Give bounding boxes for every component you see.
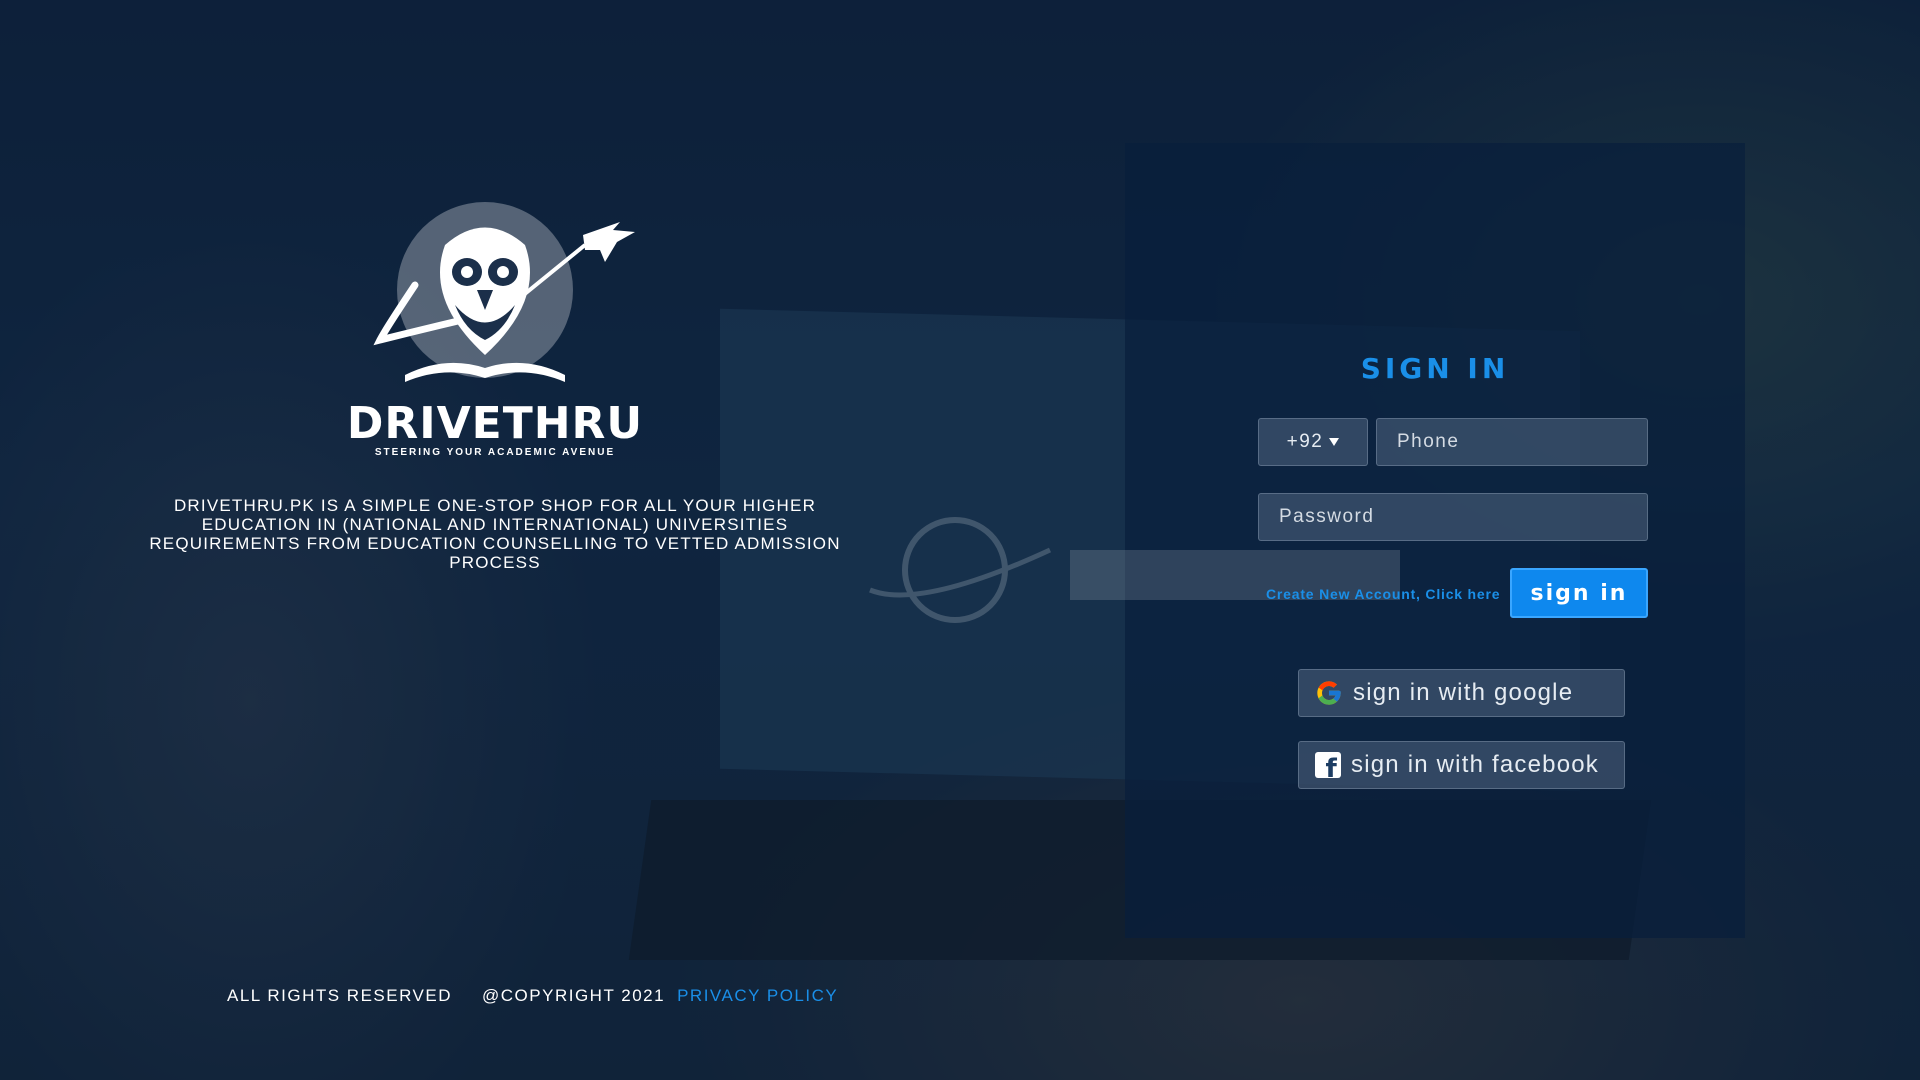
google-signin-button[interactable]: sign in with google xyxy=(1298,669,1625,717)
create-account-link[interactable]: Create New Account, Click here xyxy=(1266,586,1500,602)
signin-button[interactable]: sign in xyxy=(1510,568,1648,618)
brand-tagline: STEERING YOUR ACADEMIC AVENUE xyxy=(374,447,616,458)
privacy-policy-link[interactable]: PRIVACY POLICY xyxy=(677,986,838,1006)
phone-input[interactable] xyxy=(1376,418,1648,466)
footer-copyright: @COPYRIGHT 2021 xyxy=(482,986,666,1005)
brand-description: DRIVETHRU.PK IS A SIMPLE ONE-STOP SHOP F… xyxy=(149,496,841,572)
facebook-button-label: sign in with facebook xyxy=(1351,751,1599,778)
owl-globe-airplane-logo-icon xyxy=(345,190,645,410)
country-code-select[interactable]: +92 xyxy=(1258,418,1368,466)
footer-rights: ALL RIGHTS RESERVED xyxy=(227,986,453,1005)
signin-title: SIGN IN xyxy=(1360,352,1510,385)
facebook-signin-button[interactable]: f sign in with facebook xyxy=(1298,741,1625,789)
google-icon xyxy=(1317,681,1341,705)
facebook-icon: f xyxy=(1315,752,1341,778)
country-code-value: +92 xyxy=(1286,431,1324,452)
logo-graphic xyxy=(373,202,635,382)
brand-section: DRIVETHRU STEERING YOUR ACADEMIC AVENUE … xyxy=(140,190,850,572)
password-input[interactable] xyxy=(1258,493,1648,541)
caret-down-icon xyxy=(1329,438,1340,446)
google-button-label: sign in with google xyxy=(1353,679,1574,706)
footer: ALL RIGHTS RESERVED @COPYRIGHT 2021 PRIV… xyxy=(227,986,838,1006)
